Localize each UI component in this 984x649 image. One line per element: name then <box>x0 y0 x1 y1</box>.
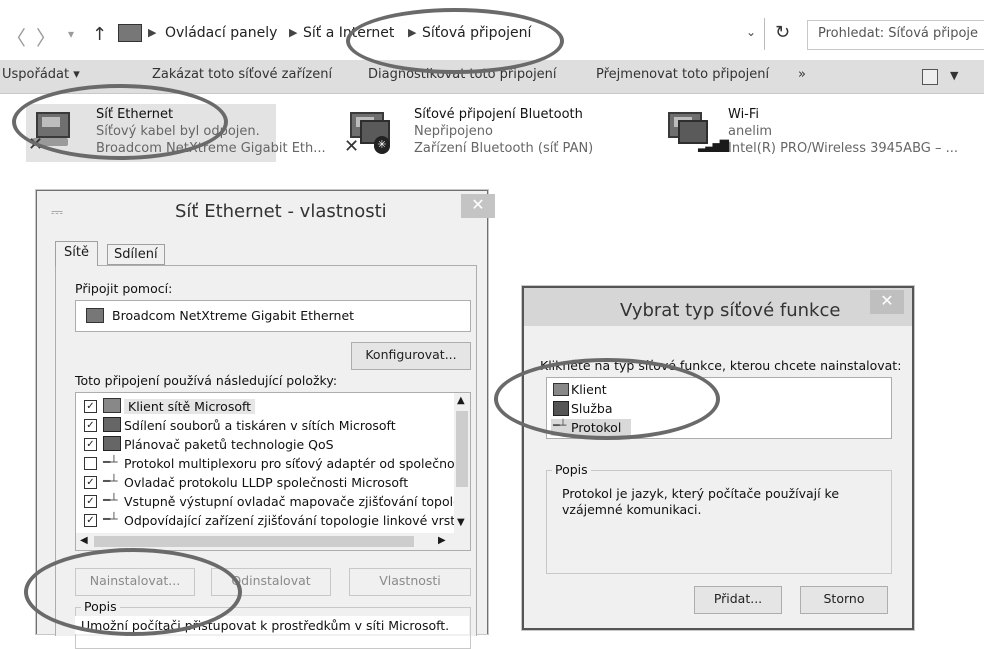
forward-icon[interactable]: 〉 <box>36 22 56 51</box>
highlight-ring <box>346 8 564 74</box>
checkbox-checked-icon[interactable]: ✓ <box>84 400 97 413</box>
items-list[interactable]: ✓ Klient sítě Microsoft ✓ Sdílení soubor… <box>75 392 471 551</box>
disable-device-button[interactable]: Zakázat toto síťové zařízení <box>152 67 332 82</box>
dialog-title: Vybrat typ síťové funkce <box>620 300 841 321</box>
up-arrow-icon[interactable]: ↑ <box>92 24 107 45</box>
list-item[interactable]: ✓ ━┴ Vstupně výstupní ovladač mapovače z… <box>76 493 461 511</box>
client-icon <box>103 398 121 413</box>
description-label: Popis <box>552 462 591 477</box>
connection-bluetooth[interactable]: ✕ ✳ Síťové připojení Bluetooth Nepřipoje… <box>344 104 614 162</box>
scroll-right-icon[interactable]: ▶ <box>438 535 446 546</box>
connection-status: Nepřipojeno <box>414 124 493 139</box>
adapter-icon <box>86 308 104 323</box>
item-label: Ovladač protokolu LLDP společnosti Micro… <box>124 475 409 490</box>
list-item[interactable]: ✓ Plánovač paketů technologie QoS <box>76 436 454 454</box>
protocol-icon: ━┴ <box>103 512 118 526</box>
view-options-icon[interactable] <box>922 69 938 85</box>
connection-name: Síťové připojení Bluetooth <box>414 107 583 122</box>
more-commands-button[interactable]: » <box>798 67 806 82</box>
checkbox-checked-icon[interactable]: ✓ <box>84 514 97 527</box>
scroll-up-icon[interactable]: ▲ <box>457 395 465 406</box>
rename-button[interactable]: Přejmenovat toto připojení <box>596 67 769 82</box>
connection-status: anelim <box>728 124 773 139</box>
item-label: Odpovídající zařízení zjišťování topolog… <box>124 513 456 528</box>
items-label: Toto připojení používá následující polož… <box>75 373 338 388</box>
select-feature-type-dialog: Vybrat typ síťové funkce ✕ Klikněte na t… <box>522 286 914 630</box>
list-item[interactable]: ✓ Klient sítě Microsoft <box>76 398 454 416</box>
checkbox-checked-icon[interactable]: ✓ <box>84 495 97 508</box>
vertical-scrollbar[interactable]: ▲ ▼ <box>454 393 470 533</box>
checkbox-unchecked-icon[interactable] <box>84 457 97 470</box>
control-panel-icon <box>118 24 142 42</box>
adapter-name: Broadcom NetXtreme Gigabit Ethernet <box>112 308 355 323</box>
checkbox-checked-icon[interactable]: ✓ <box>84 476 97 489</box>
refresh-icon[interactable]: ↻ <box>775 22 790 43</box>
view-dropdown-icon[interactable]: ▼ <box>950 69 958 82</box>
tab-networking[interactable]: Sítě <box>55 241 98 266</box>
close-icon[interactable]: ✕ <box>461 194 495 218</box>
highlight-ring <box>494 358 720 440</box>
service-icon <box>103 436 121 451</box>
connection-name: Wi-Fi <box>728 107 760 122</box>
add-button[interactable]: Přidat... <box>694 586 782 614</box>
item-label: Plánovač paketů technologie QoS <box>124 437 334 452</box>
service-icon <box>103 417 121 432</box>
scroll-thumb[interactable] <box>456 411 468 487</box>
highlight-ring <box>24 548 242 636</box>
list-item[interactable]: ✓ ━┴ Ovladač protokolu LLDP společnosti … <box>76 474 454 492</box>
cancel-button[interactable]: Storno <box>800 586 888 614</box>
adapter-box: Broadcom NetXtreme Gigabit Ethernet <box>75 300 471 332</box>
close-icon[interactable]: ✕ <box>870 290 904 314</box>
list-item[interactable]: ✓ Sdílení souborů a tiskáren v sítích Mi… <box>76 417 454 435</box>
scroll-thumb[interactable] <box>94 536 414 547</box>
list-item[interactable]: ━┴ Protokol multiplexoru pro síťový adap… <box>76 455 470 473</box>
organize-menu[interactable]: Uspořádat ▾ <box>2 67 80 82</box>
checkbox-checked-icon[interactable]: ✓ <box>84 419 97 432</box>
connect-using-label: Připojit pomocí: <box>75 281 173 296</box>
bluetooth-adapter-icon: ✕ ✳ <box>344 110 394 157</box>
protocol-icon: ━┴ <box>103 455 118 469</box>
list-item[interactable]: ✓ ━┴ Odpovídající zařízení zjišťování to… <box>76 512 456 530</box>
protocol-icon: ━┴ <box>103 493 118 507</box>
search-input[interactable]: Prohledat: Síťová připoje <box>818 26 978 41</box>
connection-device: Zařízení Bluetooth (síť PAN) <box>414 141 594 156</box>
properties-button[interactable]: Vlastnosti <box>349 568 471 596</box>
tab-sharing[interactable]: Sdílení <box>107 244 165 265</box>
scroll-left-icon[interactable]: ◀ <box>80 535 88 546</box>
item-label: Protokol multiplexoru pro síťový adaptér… <box>124 456 470 471</box>
address-dropdown-icon[interactable]: ⌄ <box>746 25 756 39</box>
breadcrumb-separator-icon: ▶ <box>289 26 298 39</box>
connection-device: Intel(R) PRO/Wireless 3945ABG – ... <box>728 141 959 156</box>
item-label: Vstupně výstupní ovladač mapovače zjišťo… <box>124 494 461 509</box>
back-icon[interactable]: 〈 <box>6 22 26 51</box>
breadcrumb-control-panel[interactable]: Ovládací panely <box>165 25 277 41</box>
divider <box>764 18 765 50</box>
scroll-down-icon[interactable]: ▼ <box>457 517 465 528</box>
highlight-ring <box>12 84 228 160</box>
recent-dropdown-icon[interactable]: ▾ <box>68 27 74 41</box>
configure-button[interactable]: Konfigurovat... <box>351 342 471 370</box>
network-plug-icon: ⎓ <box>51 203 63 221</box>
description-text: Protokol je jazyk, který počítače použív… <box>562 486 840 517</box>
dialog-title: Síť Ethernet - vlastnosti <box>175 201 387 222</box>
breadcrumb-separator-icon: ▶ <box>148 26 157 39</box>
connection-wifi[interactable]: ▂▃▅▇ Wi-Fi anelim Intel(R) PRO/Wireless … <box>662 104 962 162</box>
item-label: Klient sítě Microsoft <box>124 399 256 414</box>
item-label: Sdílení souborů a tiskáren v sítích Micr… <box>124 418 396 433</box>
search-box[interactable]: Prohledat: Síťová připoje <box>807 20 984 50</box>
checkbox-checked-icon[interactable]: ✓ <box>84 438 97 451</box>
protocol-icon: ━┴ <box>103 474 118 488</box>
wifi-adapter-icon: ▂▃▅▇ <box>662 110 729 152</box>
